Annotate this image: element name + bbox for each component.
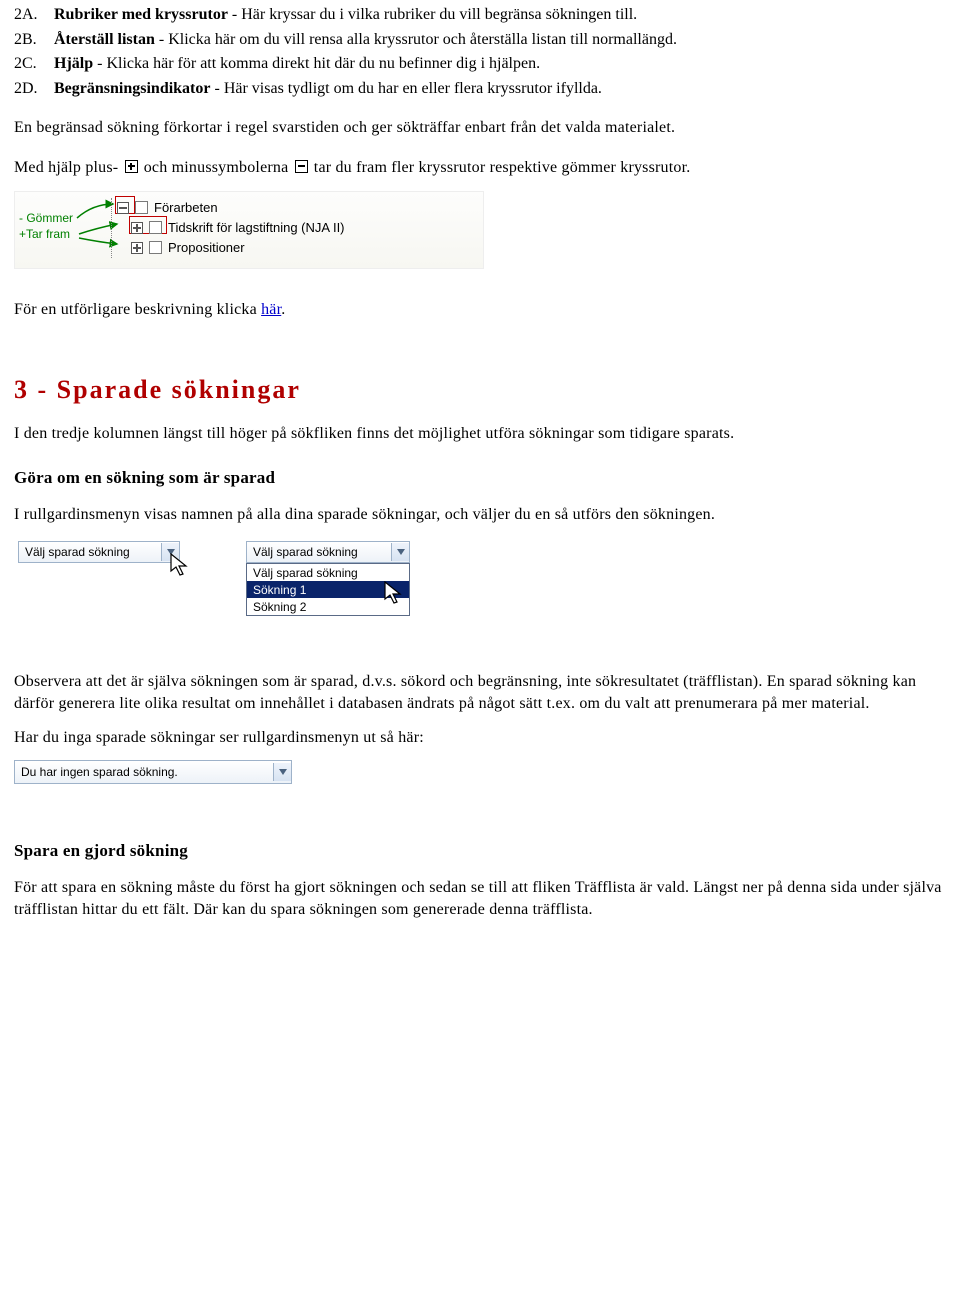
show-label: +Tar fram	[19, 226, 73, 242]
marker-2B: 2B.	[14, 29, 48, 51]
plus-node-icon	[131, 242, 143, 254]
dropdown-closed: Välj sparad sökning	[18, 541, 180, 563]
text-2C: Hjälp - Klicka här för att komma direkt …	[54, 53, 540, 75]
plus-node-icon	[131, 222, 143, 234]
marker-2A: 2A.	[14, 4, 48, 26]
list-item-2A: 2A. Rubriker med kryssrutor - Här kryssa…	[14, 4, 946, 26]
list-item-2D: 2D. Begränsningsindikator - Här visas ty…	[14, 78, 946, 100]
minus-node-icon	[117, 202, 129, 214]
figure-no-saved-dropdown: Du har ingen sparad sökning.	[14, 760, 292, 790]
chevron-down-icon	[391, 543, 409, 561]
checkbox	[135, 201, 148, 214]
dropdown-option-2: Sökning 2	[247, 598, 409, 615]
label-2B: Återställ listan	[54, 31, 155, 48]
dropdown-option-1-selected: Sökning 1	[247, 581, 409, 598]
dropdown-open-header: Välj sparad sökning	[246, 541, 410, 563]
paragraph-save: För att spara en sökning måste du först …	[14, 877, 946, 920]
dropdown-closed-text: Välj sparad sökning	[19, 544, 161, 560]
chevron-down-icon	[273, 763, 291, 781]
section-3-intro: I den tredje kolumnen längst till höger …	[14, 423, 946, 445]
tree: Förarbeten Tidskrift för lagstiftning (N…	[107, 198, 345, 258]
marker-2C: 2C.	[14, 53, 48, 75]
dropdown-no-saved: Du har ingen sparad sökning.	[14, 760, 292, 784]
list-item-2B: 2B. Återställ listan - Klicka här om du …	[14, 29, 946, 51]
hide-label: - Gömmer	[19, 210, 73, 226]
paragraph-more-info: För en utförligare beskrivning klicka hä…	[14, 299, 946, 321]
marker-2D: 2D.	[14, 78, 48, 100]
sub-redo-heading: Göra om en sökning som är sparad	[14, 467, 946, 490]
tree-item-0: Förarbeten	[154, 199, 218, 217]
paragraph-symbols: Med hjälp plus- och minussymbolerna tar …	[14, 157, 946, 179]
label-2C: Hjälp	[54, 55, 93, 72]
dropdown-open-text: Välj sparad sökning	[247, 544, 391, 560]
figure-saved-dropdowns: Välj sparad sökning Välj sparad sökning …	[14, 537, 534, 641]
tree-item-1: Tidskrift för lagstiftning (NJA II)	[168, 219, 345, 237]
chevron-down-icon	[161, 543, 179, 561]
paragraph-no-saved: Har du inga sparade sökningar ser rullga…	[14, 727, 946, 749]
section-3-heading: 3 - Sparade sökningar	[14, 372, 946, 407]
label-2A: Rubriker med kryssrutor	[54, 6, 228, 23]
text-2B: Återställ listan - Klicka här om du vill…	[54, 29, 677, 51]
minus-icon	[295, 160, 308, 173]
list-item-2C: 2C. Hjälp - Klicka här för att komma dir…	[14, 53, 946, 75]
plus-icon	[125, 160, 138, 173]
dropdown-option-0: Välj sparad sökning	[247, 564, 409, 581]
text-2D: Begränsningsindikator - Här visas tydlig…	[54, 78, 602, 100]
paragraph-menu: I rullgardinsmenyn visas namnen på alla …	[14, 504, 946, 526]
sub-save-heading: Spara en gjord sökning	[14, 840, 946, 863]
paragraph-observe: Observera att det är själva sökningen so…	[14, 671, 946, 714]
more-info-link[interactable]: här	[261, 301, 281, 318]
checkbox	[149, 221, 162, 234]
text-2A: Rubriker med kryssrutor - Här kryssar du…	[54, 4, 637, 26]
dropdown-list: Välj sparad sökning Sökning 1 Sökning 2	[246, 563, 410, 616]
checkbox	[149, 241, 162, 254]
paragraph-limit: En begränsad sökning förkortar i regel s…	[14, 117, 946, 139]
dropdown-no-saved-text: Du har ingen sparad sökning.	[15, 764, 273, 780]
figure-tree-plus-minus: - Gömmer +Tar fram Förarbeten	[14, 191, 484, 269]
figure-left-labels: - Gömmer +Tar fram	[19, 210, 73, 242]
label-2D: Begränsningsindikator	[54, 80, 210, 97]
tree-item-2: Propositioner	[168, 239, 245, 257]
